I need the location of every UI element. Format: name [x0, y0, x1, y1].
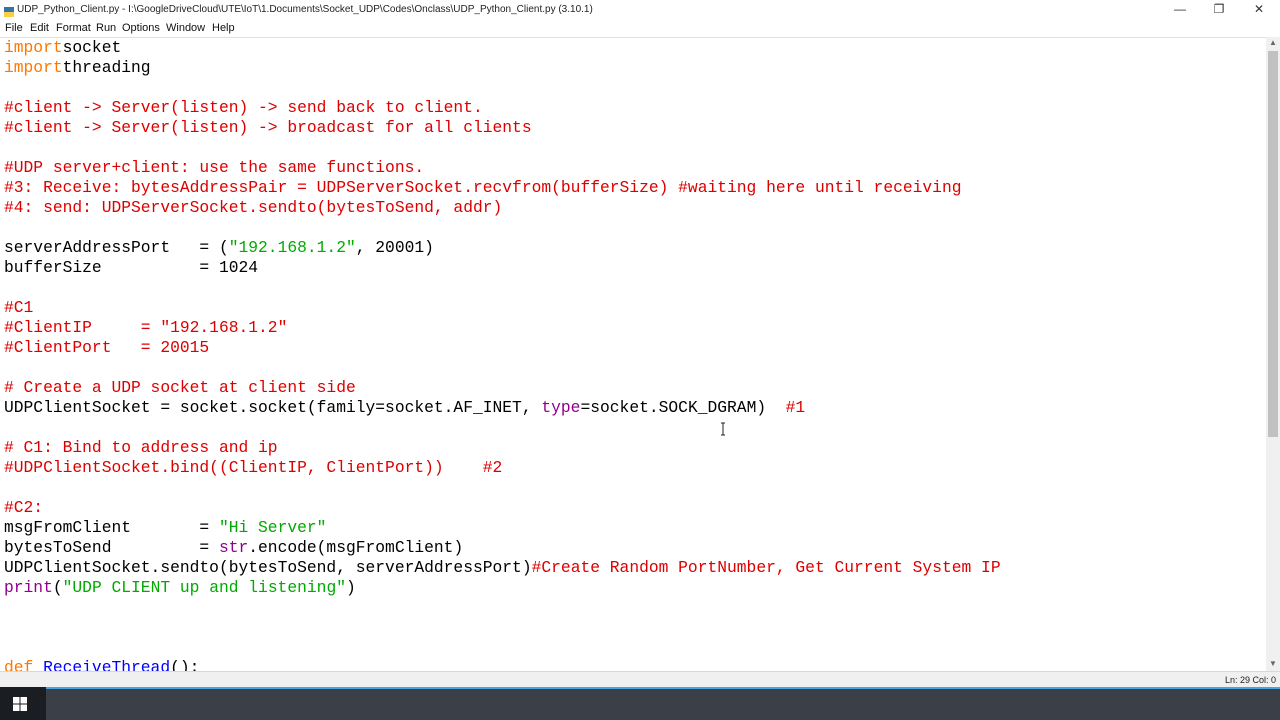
code-token: msgFromClient =: [4, 518, 219, 537]
code-line: #4: send: UDPServerSocket.sendto(bytesTo…: [4, 198, 502, 218]
code-token: print: [4, 578, 53, 597]
scroll-thumb[interactable]: [1268, 51, 1278, 437]
menu-help[interactable]: Help: [212, 22, 235, 34]
code-token: #1: [785, 398, 806, 417]
cursor-position: Ln: 29 Col: 0: [1224, 675, 1276, 685]
code-token: bufferSize = 1024: [4, 258, 259, 277]
code-line: #C2:: [4, 498, 43, 518]
status-bar: Ln: 29 Col: 0: [0, 671, 1280, 688]
code-token: socket: [62, 38, 122, 57]
code-token: #UDP server+client: use the same functio…: [4, 158, 425, 177]
scroll-up-icon[interactable]: ▲: [1266, 37, 1280, 49]
code-line: bufferSize = 1024: [4, 258, 258, 278]
code-token: #client -> Server(listen) -> broadcast f…: [4, 118, 532, 137]
code-token: =socket.SOCK_DGRAM): [580, 398, 786, 417]
code-token: (: [52, 578, 63, 597]
code-token: #C2:: [4, 498, 44, 517]
code-line: # Create a UDP socket at client side: [4, 378, 356, 398]
code-line: #client -> Server(listen) -> broadcast f…: [4, 118, 532, 138]
code-line: msgFromClient = "Hi Server": [4, 518, 326, 538]
code-token: UDPClientSocket = socket.socket(family=s…: [4, 398, 542, 417]
menu-bar: File Edit Format Run Options Window Help: [0, 19, 1280, 37]
menu-window[interactable]: Window: [166, 22, 205, 34]
code-token: #C1: [4, 298, 34, 317]
code-line: #C1: [4, 298, 33, 318]
text-cursor-icon: [721, 422, 725, 436]
code-line: # C1: Bind to address and ip: [4, 438, 278, 458]
code-token: ): [345, 578, 356, 597]
menu-run[interactable]: Run: [96, 22, 116, 34]
menu-options[interactable]: Options: [122, 22, 160, 34]
close-button[interactable]: ✕: [1240, 0, 1278, 19]
code-line: bytesToSend = str.encode(msgFromClient): [4, 538, 463, 558]
code-line: #client -> Server(listen) -> send back t…: [4, 98, 483, 118]
code-line: #ClientIP = "192.168.1.2": [4, 318, 287, 338]
code-token: UDPClientSocket.sendto(bytesToSend, serv…: [4, 558, 532, 577]
code-token: bytesToSend =: [4, 538, 219, 557]
code-line: serverAddressPort = ("192.168.1.2", 2000…: [4, 238, 434, 258]
code-token: # Create a UDP socket at client side: [4, 378, 356, 397]
taskbar-active-app[interactable]: [46, 687, 1280, 720]
restore-button[interactable]: ❐: [1200, 0, 1238, 19]
taskbar: [0, 687, 1280, 720]
code-token: # C1: Bind to address and ip: [4, 438, 278, 457]
code-token: "UDP CLIENT up and listening": [62, 578, 346, 597]
code-line: importthreading: [4, 58, 151, 78]
menu-edit[interactable]: Edit: [30, 22, 49, 34]
code-token: #client -> Server(listen) -> send back t…: [4, 98, 483, 117]
code-line: UDPClientSocket = socket.socket(family=s…: [4, 398, 805, 418]
code-token: str: [218, 538, 249, 557]
code-token: "Hi Server": [218, 518, 327, 537]
code-line: #ClientPort = 20015: [4, 338, 209, 358]
code-token: import: [4, 58, 63, 77]
code-token: type: [541, 398, 581, 417]
title-bar: UDP_Python_Client.py - I:\GoogleDriveClo…: [0, 0, 1280, 19]
minimize-button[interactable]: —: [1161, 0, 1199, 19]
code-line: #UDPClientSocket.bind((ClientIP, ClientP…: [4, 458, 502, 478]
start-button[interactable]: [0, 687, 46, 720]
code-token: #3: Receive: bytesAddressPair = UDPServe…: [4, 178, 962, 197]
windows-logo-icon: [13, 697, 27, 711]
vertical-scrollbar[interactable]: ▲ ▼: [1266, 37, 1280, 671]
code-line: #3: Receive: bytesAddressPair = UDPServe…: [4, 178, 962, 198]
code-token: , 20001): [355, 238, 434, 257]
code-token: import: [4, 38, 63, 57]
code-token: #Create Random PortNumber, Get Current S…: [531, 558, 1001, 577]
scroll-down-icon[interactable]: ▼: [1266, 658, 1280, 670]
code-token: threading: [62, 58, 151, 77]
window-title: UDP_Python_Client.py - I:\GoogleDriveClo…: [17, 4, 593, 15]
code-line: importsocket: [4, 38, 121, 58]
code-token: .encode(msgFromClient): [248, 538, 464, 557]
code-token: #UDPClientSocket.bind((ClientIP, ClientP…: [4, 458, 503, 477]
code-token: serverAddressPort = (: [4, 238, 229, 257]
code-token: #ClientPort = 20015: [4, 338, 210, 357]
code-line: print("UDP CLIENT up and listening"): [4, 578, 356, 598]
code-editor[interactable]: importsocket importthreading #client -> Se…: [0, 37, 1266, 673]
code-line: UDPClientSocket.sendto(bytesToSend, serv…: [4, 558, 1001, 578]
python-idle-icon: [4, 4, 14, 17]
code-line: #UDP server+client: use the same functio…: [4, 158, 424, 178]
menu-file[interactable]: File: [5, 22, 23, 34]
code-token: #4: send: UDPServerSocket.sendto(bytesTo…: [4, 198, 503, 217]
menu-format[interactable]: Format: [56, 22, 91, 34]
code-token: "192.168.1.2": [228, 238, 356, 257]
code-token: #ClientIP = "192.168.1.2": [4, 318, 288, 337]
